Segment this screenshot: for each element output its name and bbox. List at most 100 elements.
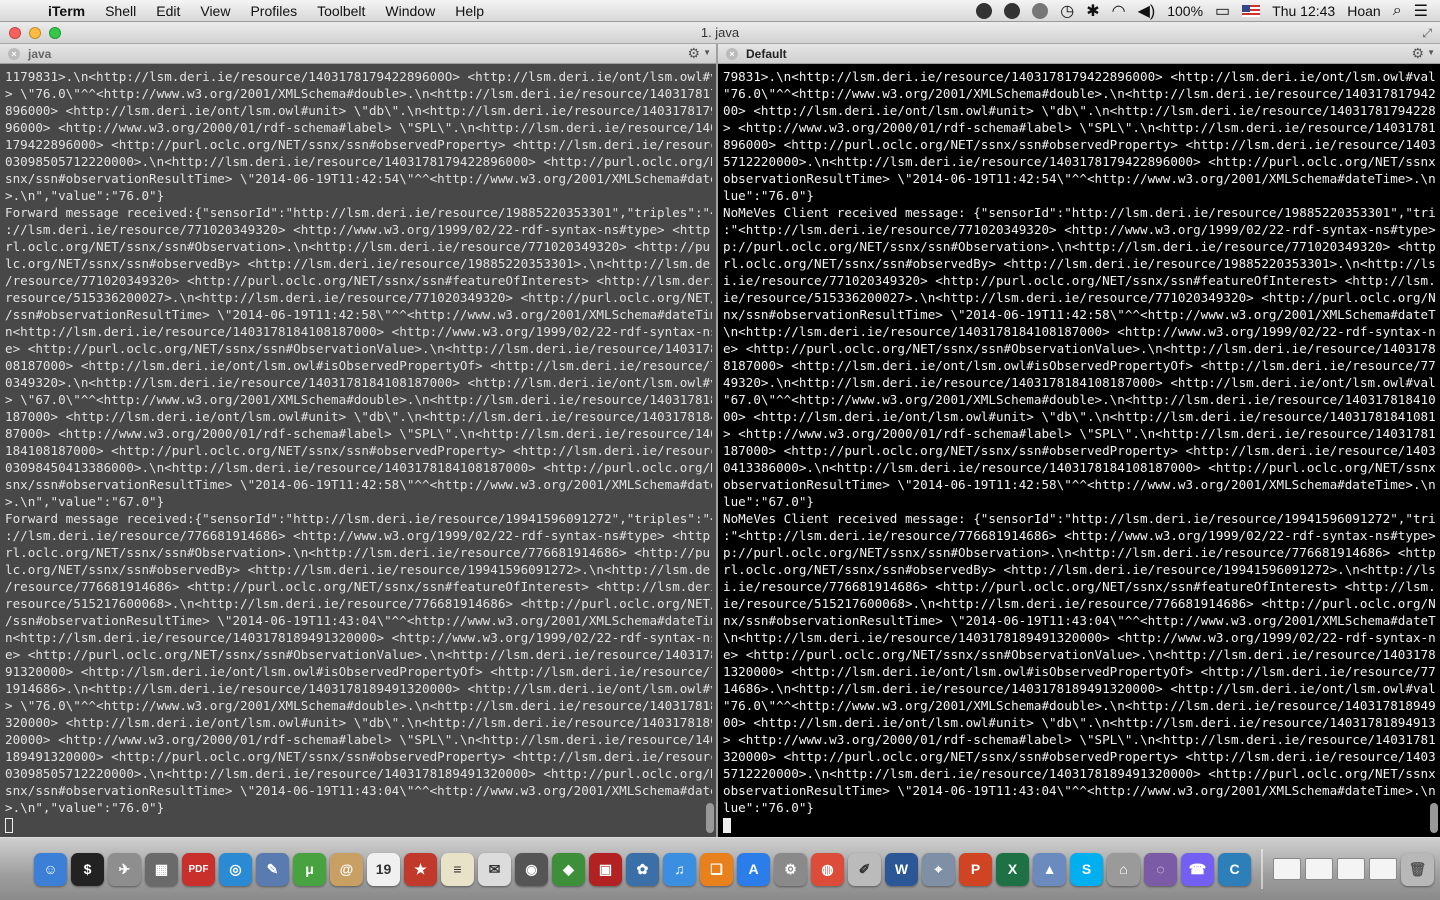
dock-contacts-icon[interactable]: @ [330,852,363,886]
dock-ibooks-icon[interactable]: ❏ [700,852,733,886]
right-terminal-line: 49320>.\n<http://lsm.deri.ie/resource/14… [723,375,1436,390]
right-pane-header: × Default ⚙ ▼ [718,44,1440,64]
right-pane-gear-icon[interactable]: ⚙ [1411,45,1424,62]
menu-shell[interactable]: Shell [95,3,146,19]
left-pane-gear-icon[interactable]: ⚙ [687,45,700,62]
menu-profiles[interactable]: Profiles [240,3,307,19]
dock-notes-icon[interactable]: ≡ [441,852,474,886]
notification-center-icon[interactable]: ☰ [1414,1,1428,21]
left-terminal-line: 184108187000> <http://purl.oclc.org/NET/… [5,443,712,458]
dock-minimized-window[interactable] [1337,858,1365,880]
battery-icon[interactable]: ▭ [1215,1,1230,21]
right-terminal-line: > <http://www.w3.org/2000/01/rdf-schema#… [723,120,1436,135]
dock-itunes-icon[interactable]: ♫ [663,852,696,886]
dock-keynote-icon[interactable]: ▲ [1033,852,1066,886]
right-terminal-line: \n<http://lsm.deri.ie/resource/140317818… [723,630,1436,645]
dock-photo-booth-icon[interactable]: ★ [404,852,437,886]
status-app-icon-1[interactable] [976,2,993,19]
dock-minimized-window[interactable] [1369,858,1397,880]
dock-chrome-icon[interactable]: ◍ [811,852,844,886]
dock-network-radar-icon[interactable]: ◌ [1144,852,1177,886]
status-app-icon-3[interactable] [1032,2,1049,19]
left-terminal-line: 1914686>.\n<http://lsm.deri.ie/resource/… [5,681,712,696]
dock-iphoto-icon[interactable]: ✿ [626,852,659,886]
right-pane-title: Default [746,46,787,61]
left-pane-close-icon[interactable]: × [8,47,20,60]
dock-skype-icon[interactable]: S [1070,852,1103,886]
right-terminal-line: e> <http://purl.oclc.org/NET/ssnx/ssn#Ob… [723,341,1436,356]
right-terminal-line: :"<http://lsm.deri.ie/resource/776681914… [723,528,1436,543]
right-terminal-output[interactable]: 79831>.\n<http://lsm.deri.ie/resource/14… [718,64,1440,837]
right-terminal-line: lue":"76.0"} [723,188,814,203]
dock-calendar-icon[interactable]: 19 [367,852,400,886]
dock-facetime-icon[interactable]: ◉ [515,852,548,886]
right-scrollbar[interactable] [1428,68,1438,833]
left-pane-menu-icon[interactable]: ▼ [703,48,711,57]
dock-word-icon[interactable]: W [885,852,918,886]
right-pane[interactable]: × Default ⚙ ▼ 79831>.\n<http://lsm.deri.… [716,44,1440,837]
menu-help[interactable]: Help [445,3,494,19]
battery-percentage[interactable]: 100% [1167,3,1203,19]
window-minimize-button[interactable] [29,26,41,39]
dock-textedit-icon[interactable]: ✉ [478,852,511,886]
bluetooth-icon[interactable]: ✱ [1086,1,1099,21]
left-pane-title: java [28,46,52,61]
us-flag-input-icon[interactable] [1242,4,1261,17]
dock-launchpad-icon[interactable]: ✈ [108,852,141,886]
dock-preview-icon[interactable]: ✎ [256,852,289,886]
dock-photo-viewer-icon[interactable]: ▣ [589,852,622,886]
left-terminal-line: snx/ssn#observationResultTime> \"2014-06… [5,477,712,492]
dock-script-editor-icon[interactable]: ✐ [848,852,881,886]
dock-image-capture-icon[interactable]: ⌖ [922,852,955,886]
dock-pdf-icon[interactable]: PDF [182,852,215,886]
right-scroll-thumb[interactable] [1430,803,1438,833]
dock-viber-icon[interactable]: ☎ [1181,852,1214,886]
right-terminal-line: observationResultTime> \"2014-06-19T11:4… [723,477,1436,492]
dock-app-store-icon[interactable]: A [737,852,770,886]
left-terminal-line: Forward message received:{"sensorId":"ht… [5,511,712,526]
left-terminal-line: 20000> <http://www.w3.org/2000/01/rdf-sc… [5,732,712,747]
menu-edit[interactable]: Edit [146,3,190,19]
dock-cyberduck-icon[interactable]: C [1218,852,1251,886]
left-scrollbar[interactable] [704,68,714,833]
window-close-button[interactable] [9,26,21,39]
right-pane-close-icon[interactable]: × [726,47,738,60]
wifi-icon[interactable]: ◠ [1112,1,1126,21]
menu-view[interactable]: View [190,3,240,19]
left-terminal-line: e> <http://purl.oclc.org/NET/ssnx/ssn#Ob… [5,647,712,662]
left-terminal-line: >.\n","value":"76.0"} [5,800,165,815]
status-app-icon-2[interactable] [1004,2,1021,19]
dock-trash-icon[interactable]: 🗑 [1401,852,1434,886]
dock-utorrent-icon[interactable]: μ [293,852,326,886]
volume-icon[interactable]: ◀) [1138,1,1156,21]
fullscreen-icon[interactable]: ⤢ [1422,26,1432,41]
right-terminal-cursor [723,818,731,833]
left-pane[interactable]: × java ⚙ ▼ 1179831>.\n<http://lsm.deri.i… [0,44,716,837]
right-terminal-line: "67.0\"^^<http://www.w3.org/2001/XMLSche… [723,392,1436,407]
menu-toolbelt[interactable]: Toolbelt [307,3,375,19]
user-name[interactable]: Hoan [1347,3,1380,19]
dock-powerpoint-icon[interactable]: P [959,852,992,886]
right-pane-menu-icon[interactable]: ▼ [1427,48,1435,57]
left-scroll-thumb[interactable] [706,803,714,833]
dock-safari-icon[interactable]: ◎ [219,852,252,886]
dock-utilities-icon[interactable]: ▦ [145,852,178,886]
left-terminal-output[interactable]: 1179831>.\n<http://lsm.deri.ie/resource/… [0,64,716,837]
menu-app-name[interactable]: iTerm [38,3,95,19]
dock-layers-icon[interactable]: ◆ [552,852,585,886]
dock-terminal-icon[interactable]: $ [71,852,104,886]
window-zoom-button[interactable] [49,26,61,39]
dock-system-preferences-icon[interactable]: ⚙ [774,852,807,886]
iterm-window: 1. java ⤢ × java ⚙ ▼ 1179831>.\n<http://… [0,22,1440,837]
menu-window[interactable]: Window [375,3,445,19]
dock-excel-icon[interactable]: X [996,852,1029,886]
clock[interactable]: Thu 12:43 [1272,3,1335,19]
time-machine-icon[interactable]: ◷ [1060,1,1074,21]
dock-minimized-window[interactable] [1273,858,1301,880]
dock-finder-icon[interactable]: ☺ [34,852,67,886]
left-terminal-line: snx/ssn#observationResultTime> \"2014-06… [5,783,712,798]
window-titlebar[interactable]: 1. java ⤢ [0,22,1440,44]
dock-minimized-window[interactable] [1305,858,1333,880]
spotlight-search-icon[interactable]: ⌕ [1393,2,1402,20]
dock-archive-icon[interactable]: ⌂ [1107,852,1140,886]
